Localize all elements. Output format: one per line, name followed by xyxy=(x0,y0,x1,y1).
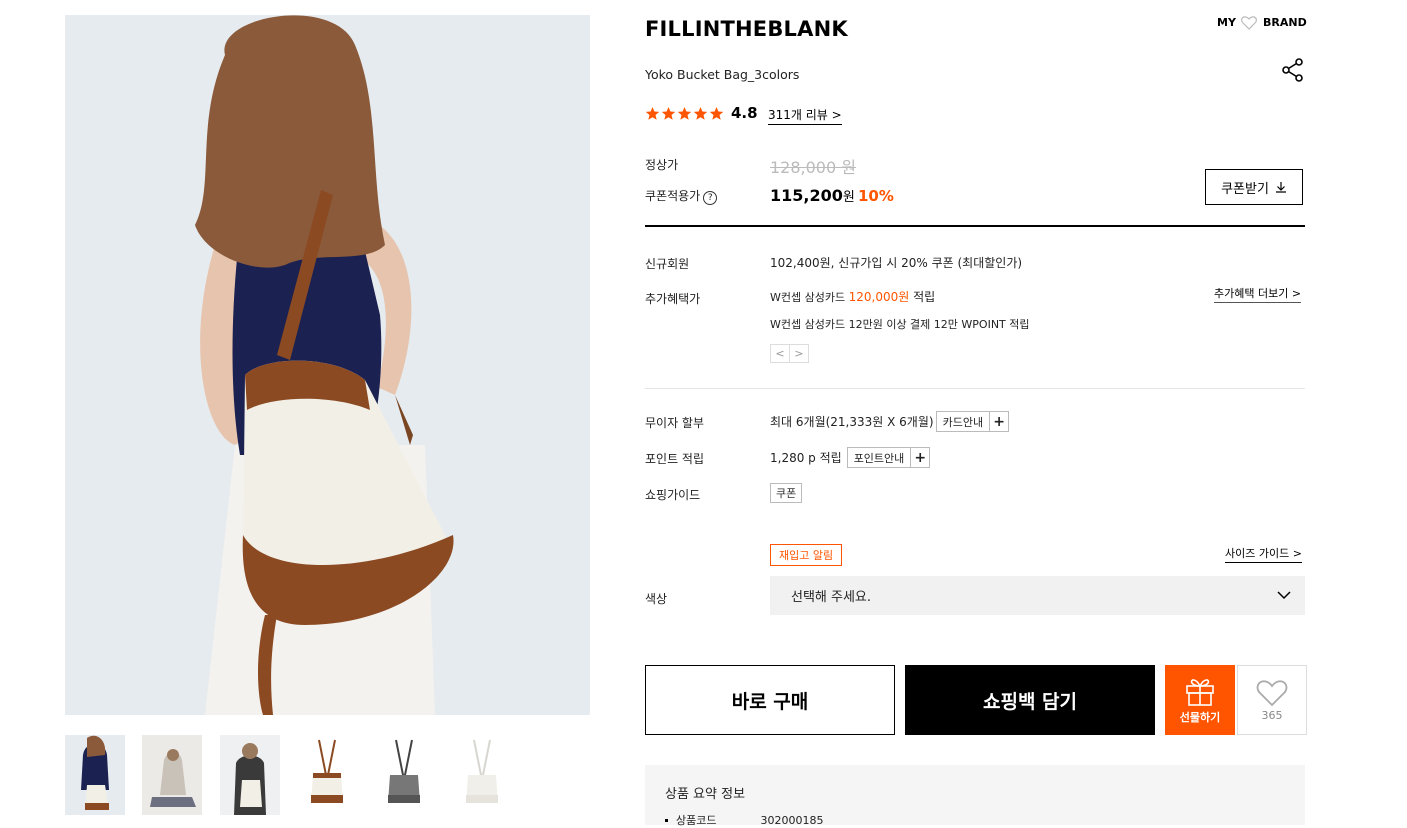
product-summary-box: 상품 요약 정보 상품코드 302000185 xyxy=(645,765,1305,828)
gift-icon xyxy=(1186,678,1214,706)
star-icon xyxy=(709,106,724,120)
review-count: 311 xyxy=(768,108,791,122)
coupon-price-label-text: 쿠폰적용가 xyxy=(645,189,701,203)
benefit-carousel-controls: < > xyxy=(770,344,809,363)
card-guide-label: 카드안내 xyxy=(942,415,984,429)
star-icon xyxy=(677,106,692,120)
color-select[interactable]: 선택해 주세요. xyxy=(770,576,1305,615)
coupon-download-button[interactable]: 쿠폰받기 xyxy=(1205,169,1303,205)
summary-code-value: 302000185 xyxy=(760,813,824,827)
point-label: 포인트 적립 xyxy=(645,452,705,466)
my-label[interactable]: MY xyxy=(1217,16,1236,29)
heart-outline-icon[interactable] xyxy=(1241,15,1257,34)
gift-label: 선물하기 xyxy=(1179,710,1221,724)
rating-stars: 4.8 xyxy=(645,104,758,122)
installment-text: 최대 6개월(21,333원 X 6개월) xyxy=(770,415,934,429)
extra-line1-suffix: 적립 xyxy=(909,290,936,304)
thumbnail-image xyxy=(297,735,357,815)
coupon-button-label: 쿠폰받기 xyxy=(1221,181,1269,197)
new-member-label: 신규회원 xyxy=(645,257,690,271)
thumbnail-image xyxy=(452,735,512,815)
extra-benefit-line1: W컨셉 삼성카드 120,000원 적립 xyxy=(770,288,935,305)
chevron-right-icon: > xyxy=(831,108,842,122)
point-guide-label: 포인트안내 xyxy=(853,451,905,465)
main-product-image[interactable] xyxy=(65,15,590,715)
point-row: 1,280 p 적립 포인트안내 + xyxy=(770,447,931,468)
plus-icon: + xyxy=(989,412,1008,431)
installment-label: 무이자 할부 xyxy=(645,416,705,430)
star-icon xyxy=(661,106,676,120)
star-icon xyxy=(693,106,708,120)
shopping-guide-row: 쿠폰 xyxy=(770,483,803,503)
add-to-cart-button[interactable]: 쇼핑백 담기 xyxy=(905,665,1155,735)
summary-title: 상품 요약 정보 xyxy=(665,787,746,802)
size-guide-link[interactable]: 사이즈 가이드 > xyxy=(1225,545,1302,563)
color-select-placeholder: 선택해 주세요. xyxy=(791,590,872,605)
thumbnail-3[interactable] xyxy=(220,735,280,815)
color-label: 색상 xyxy=(645,592,668,606)
gift-button[interactable]: 선물하기 xyxy=(1165,665,1235,735)
summary-code-label: 상품코드 xyxy=(676,814,717,827)
thumbnail-image xyxy=(220,735,280,815)
heart-outline-icon xyxy=(1256,679,1288,706)
point-text: 1,280 p 적립 xyxy=(770,451,842,465)
thumbnail-1[interactable] xyxy=(65,735,125,815)
extra-benefit-more-link[interactable]: 추가혜택 더보기 > xyxy=(1214,285,1302,303)
price-divider xyxy=(645,225,1305,227)
carousel-next-button[interactable]: > xyxy=(789,344,809,363)
product-name: Yoko Bucket Bag_3colors xyxy=(645,67,800,82)
plus-icon: + xyxy=(910,448,929,467)
like-button[interactable]: 365 xyxy=(1237,665,1307,735)
coupon-price: 115,200원 xyxy=(770,186,855,205)
thumbnail-image xyxy=(142,735,202,815)
rating-score: 4.8 xyxy=(731,104,758,122)
regular-price-label: 정상가 xyxy=(645,158,679,172)
thumbnail-5[interactable] xyxy=(374,735,434,815)
currency-won: 원 xyxy=(842,190,855,205)
chevron-down-icon xyxy=(1277,591,1291,600)
review-suffix: 개 리뷰 xyxy=(790,108,828,122)
discount-rate: 10% xyxy=(858,187,894,205)
restock-alert-button[interactable]: 재입고 알림 xyxy=(770,544,843,566)
buy-now-button[interactable]: 바로 구매 xyxy=(645,665,895,735)
coupon-price-label: 쿠폰적용가? xyxy=(645,187,718,205)
star-icon xyxy=(645,106,660,120)
extra-line1-amount: 120,000원 xyxy=(848,290,910,304)
shopping-guide-label: 쇼핑가이드 xyxy=(645,488,701,502)
regular-price: 128,000 원 xyxy=(770,158,856,177)
thumbnail-6[interactable] xyxy=(452,735,512,815)
brand-name[interactable]: FILLINTHEBLANK xyxy=(645,17,848,41)
help-icon[interactable]: ? xyxy=(703,191,718,205)
extra-benefit-line2: W컨셉 삼성카드 12만원 이상 결제 12만 WPOINT 적립 xyxy=(770,318,1030,331)
extra-line1-prefix: W컨셉 삼성카드 xyxy=(770,291,849,304)
point-guide-button[interactable]: 포인트안내 + xyxy=(846,447,931,468)
extra-benefit-label: 추가혜택가 xyxy=(645,292,701,306)
thumbnail-image xyxy=(65,735,125,815)
coupon-price-value: 115,200 xyxy=(770,186,843,205)
share-icon[interactable] xyxy=(1282,58,1304,86)
model-photo-illustration xyxy=(65,15,590,715)
coupon-tag[interactable]: 쿠폰 xyxy=(770,483,803,503)
summary-code-row: 상품코드 302000185 xyxy=(665,812,823,828)
carousel-prev-button[interactable]: < xyxy=(770,344,790,363)
download-icon xyxy=(1275,182,1286,193)
like-count: 365 xyxy=(1261,708,1283,722)
new-member-text: 102,400원, 신규가입 시 20% 쿠폰 (최대할인가) xyxy=(770,256,1023,270)
installment-row: 최대 6개월(21,333원 X 6개월) 카드안내 + xyxy=(770,411,1010,432)
benefit-divider xyxy=(645,388,1305,389)
thumbnail-2[interactable] xyxy=(142,735,202,815)
thumbnail-4[interactable] xyxy=(297,735,357,815)
card-guide-button[interactable]: 카드안내 + xyxy=(935,411,1010,432)
thumbnail-image xyxy=(374,735,434,815)
review-link[interactable]: 311개 리뷰 > xyxy=(768,106,842,125)
brand-link[interactable]: BRAND xyxy=(1263,16,1307,29)
